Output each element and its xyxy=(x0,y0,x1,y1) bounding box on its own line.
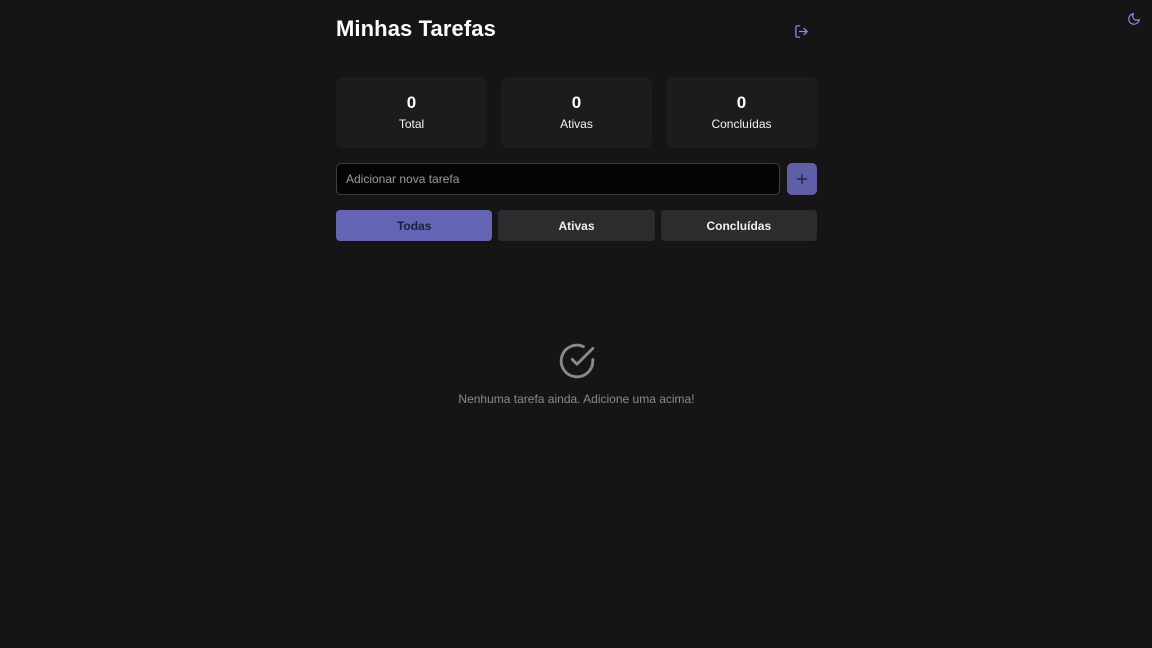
stat-card-completed: 0 Concluídas xyxy=(666,77,817,148)
plus-icon xyxy=(796,173,808,185)
add-task-button[interactable] xyxy=(787,163,817,195)
tab-todas[interactable]: Todas xyxy=(336,210,493,241)
empty-state: Nenhuma tarefa ainda. Adicione uma acima… xyxy=(336,342,817,406)
stat-total-label: Total xyxy=(398,117,425,131)
stat-card-active: 0 Ativas xyxy=(501,77,652,148)
empty-state-message: Nenhuma tarefa ainda. Adicione uma acima… xyxy=(458,392,695,406)
stat-active-value: 0 xyxy=(571,93,582,112)
header: Minhas Tarefas xyxy=(336,0,817,62)
logout-button[interactable] xyxy=(791,21,811,41)
stat-completed-value: 0 xyxy=(736,93,747,112)
add-task-row xyxy=(336,163,817,195)
moon-icon xyxy=(1128,13,1140,25)
theme-toggle-button[interactable] xyxy=(1124,9,1144,29)
stat-total-value: 0 xyxy=(406,93,417,112)
tab-concluidas[interactable]: Concluídas xyxy=(660,210,817,241)
stat-active-label: Ativas xyxy=(560,117,593,131)
main-container: Minhas Tarefas 0 Total 0 Ativas 0 Conclu… xyxy=(336,0,817,406)
page-title: Minhas Tarefas xyxy=(336,16,496,41)
logout-icon xyxy=(794,24,808,38)
stat-card-total: 0 Total xyxy=(336,77,487,148)
tab-ativas[interactable]: Ativas xyxy=(498,210,655,241)
new-task-input[interactable] xyxy=(336,163,780,195)
check-circle-icon xyxy=(559,343,594,379)
stat-completed-label: Concluídas xyxy=(711,117,772,131)
stats-row: 0 Total 0 Ativas 0 Concluídas xyxy=(336,77,817,148)
filter-tabs: Todas Ativas Concluídas xyxy=(336,210,817,241)
